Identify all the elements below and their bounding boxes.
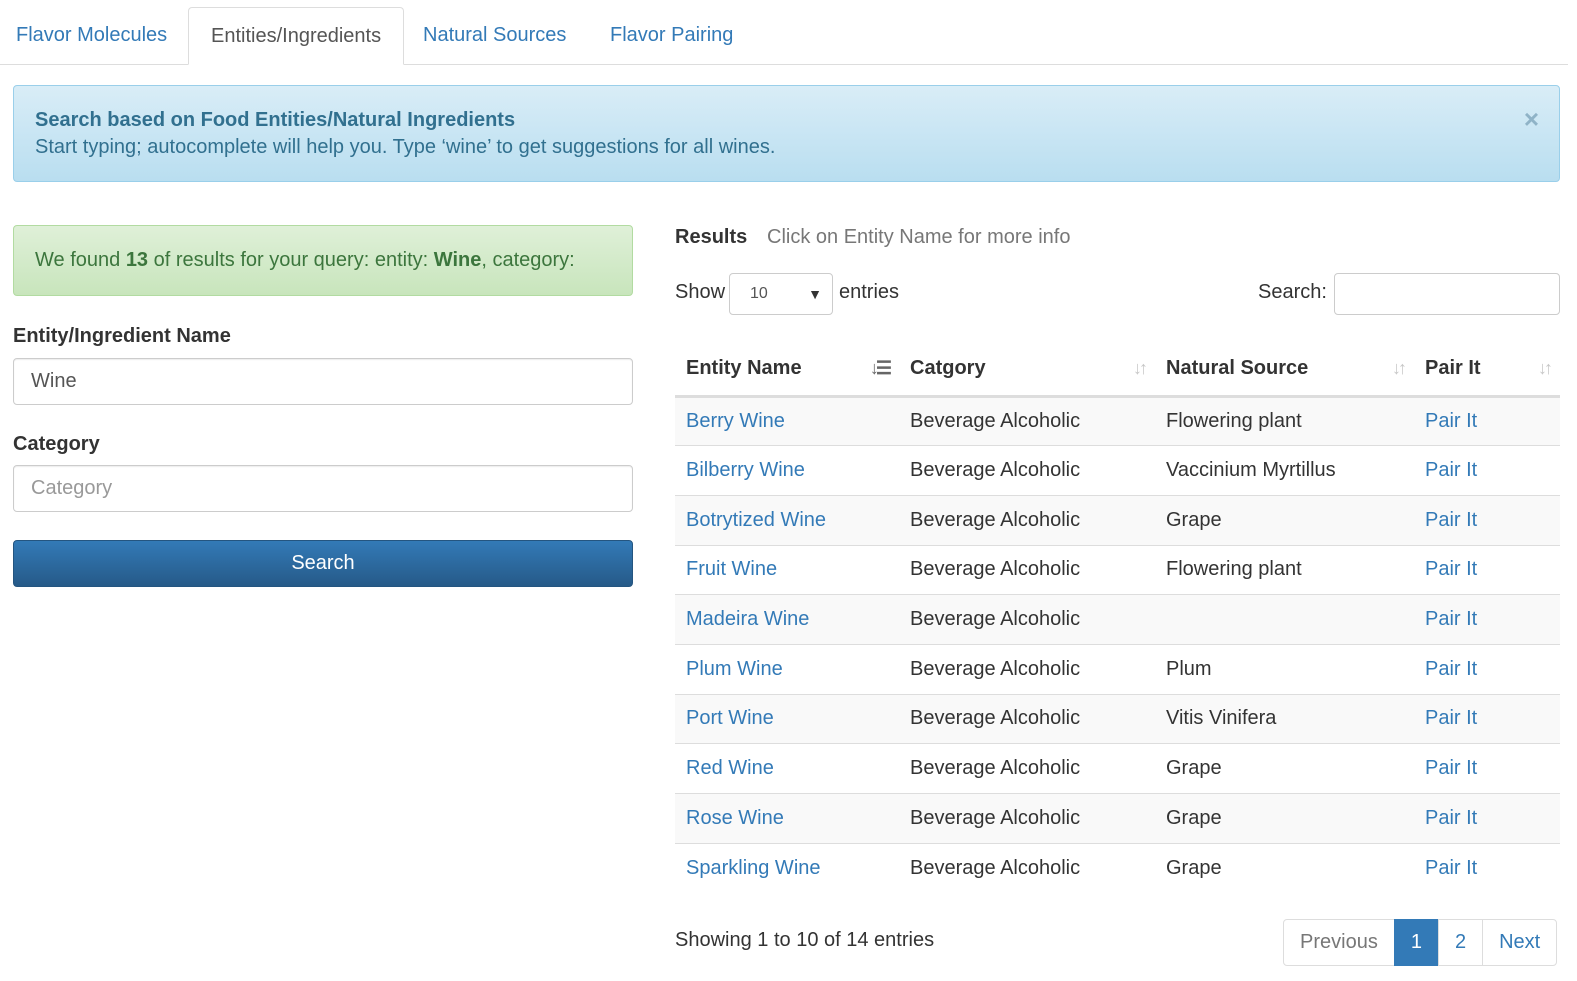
entries-length-select[interactable]: 10 ▼: [729, 273, 833, 315]
previous-page-button[interactable]: Previous: [1283, 919, 1395, 966]
show-label: Show: [675, 281, 726, 303]
page-1-button[interactable]: 1: [1393, 919, 1439, 966]
pair-it-link[interactable]: Pair It: [1425, 558, 1477, 580]
table-row: Rose Wine Beverage Alcoholic Grape Pair …: [675, 793, 1560, 844]
caret-down-icon: ▼: [808, 286, 822, 302]
category-label: Category: [13, 433, 100, 455]
natural-source-cell: [1155, 594, 1414, 645]
table-row: Fruit Wine Beverage Alcoholic Flowering …: [675, 545, 1560, 596]
natural-source-cell: Grape: [1155, 743, 1414, 794]
info-alert-title: Search based on Food Entities/Natural In…: [35, 109, 516, 131]
natural-source-cell: Vitis Vinifera: [1155, 694, 1414, 745]
pair-it-link[interactable]: Pair It: [1425, 807, 1477, 829]
tab-flavor-molecules[interactable]: Flavor Molecules: [0, 7, 189, 65]
column-header-natural-source[interactable]: Natural Source ↓↑: [1155, 342, 1414, 398]
category-cell: Beverage Alcoholic: [899, 843, 1155, 893]
category-cell: Beverage Alcoholic: [899, 495, 1155, 546]
entity-name-link[interactable]: Plum Wine: [686, 658, 783, 680]
entity-name-link[interactable]: Madeira Wine: [686, 608, 809, 630]
results-title: Results: [675, 226, 748, 248]
table-row: Plum Wine Beverage Alcoholic Plum Pair I…: [675, 644, 1560, 695]
entity-name-link[interactable]: Port Wine: [686, 707, 774, 729]
natural-source-cell: Grape: [1155, 793, 1414, 844]
pair-it-link[interactable]: Pair It: [1425, 459, 1477, 481]
category-cell: Beverage Alcoholic: [899, 743, 1155, 794]
pair-it-link[interactable]: Pair It: [1425, 608, 1477, 630]
alert-middle: of results for your query: entity:: [148, 249, 434, 271]
category-cell: Beverage Alcoholic: [899, 445, 1155, 496]
category-cell: Beverage Alcoholic: [899, 793, 1155, 844]
results-hint: Click on Entity Name for more info: [767, 226, 1071, 248]
column-header-label: Catgory: [910, 356, 986, 379]
search-button[interactable]: Search: [13, 540, 633, 587]
pair-it-link[interactable]: Pair It: [1425, 410, 1477, 432]
tab-natural-sources[interactable]: Natural Sources: [401, 7, 588, 65]
entity-name-input[interactable]: [13, 358, 633, 405]
entity-name-link[interactable]: Sparkling Wine: [686, 857, 821, 879]
table-row: Botrytized Wine Beverage Alcoholic Grape…: [675, 495, 1560, 546]
column-header-label: Entity Name: [686, 356, 802, 379]
category-cell: Beverage Alcoholic: [899, 644, 1155, 695]
query-entity: Wine: [433, 249, 482, 271]
category-cell: Beverage Alcoholic: [899, 396, 1155, 447]
table-row: Madeira Wine Beverage Alcoholic Pair It: [675, 594, 1560, 645]
results-table: Entity Name ↓☰ Catgory ↓↑ Natural Source ↓↑…: [675, 342, 1560, 893]
pagination: Previous 1 2 Next: [1283, 919, 1558, 966]
natural-source-cell: Flowering plant: [1155, 396, 1414, 447]
table-header-row: Entity Name ↓☰ Catgory ↓↑ Natural Source ↓↑…: [675, 342, 1560, 398]
sort-icon[interactable]: ↓↑: [1392, 358, 1407, 379]
column-header-label: Pair It: [1425, 356, 1481, 379]
table-row: Berry Wine Beverage Alcoholic Flowering …: [675, 396, 1560, 447]
natural-source-cell: Plum: [1155, 644, 1414, 695]
entity-name-link[interactable]: Red Wine: [686, 757, 774, 779]
result-count: 13: [125, 249, 149, 271]
nav-tabs: Flavor Molecules Entities/Ingredients Na…: [0, 0, 1568, 65]
next-page-button[interactable]: Next: [1482, 919, 1558, 966]
table-search-input[interactable]: [1334, 273, 1560, 315]
natural-source-cell: Vaccinium Myrtillus: [1155, 445, 1414, 496]
entity-name-link[interactable]: Rose Wine: [686, 807, 784, 829]
pair-it-link[interactable]: Pair It: [1425, 757, 1477, 779]
sort-icon[interactable]: ↓↑: [1133, 358, 1148, 379]
page-2-button[interactable]: 2: [1437, 919, 1484, 966]
sort-ascending-icon[interactable]: ↓☰: [870, 358, 892, 379]
table-row: Bilberry Wine Beverage Alcoholic Vaccini…: [675, 445, 1560, 496]
category-cell: Beverage Alcoholic: [899, 545, 1155, 596]
info-alert: Search based on Food Entities/Natural In…: [13, 85, 1560, 182]
alert-suffix: , category:: [481, 249, 575, 271]
natural-source-cell: Flowering plant: [1155, 545, 1414, 596]
sort-icon[interactable]: ↓↑: [1538, 358, 1553, 379]
pair-it-link[interactable]: Pair It: [1425, 658, 1477, 680]
entity-name-link[interactable]: Fruit Wine: [686, 558, 777, 580]
natural-source-cell: Grape: [1155, 495, 1414, 546]
table-row: Red Wine Beverage Alcoholic Grape Pair I…: [675, 743, 1560, 794]
pair-it-link[interactable]: Pair It: [1425, 857, 1477, 879]
tab-flavor-pairing[interactable]: Flavor Pairing: [588, 7, 755, 65]
table-search-label: Search:: [1258, 281, 1327, 303]
category-input[interactable]: [13, 465, 633, 512]
close-icon[interactable]: ×: [1524, 104, 1539, 134]
category-cell: Beverage Alcoholic: [899, 694, 1155, 745]
table-row: Sparkling Wine Beverage Alcoholic Grape …: [675, 843, 1560, 893]
entries-label: entries: [839, 281, 900, 303]
natural-source-cell: Grape: [1155, 843, 1414, 893]
entity-name-link[interactable]: Botrytized Wine: [686, 509, 826, 531]
column-header-pair-it[interactable]: Pair It ↓↑: [1414, 342, 1560, 398]
entity-name-label: Entity/Ingredient Name: [13, 325, 231, 347]
entity-name-link[interactable]: Bilberry Wine: [686, 459, 805, 481]
column-header-category[interactable]: Catgory ↓↑: [899, 342, 1155, 398]
table-row: Port Wine Beverage Alcoholic Vitis Vinif…: [675, 694, 1560, 745]
entries-length-value: 10: [750, 285, 768, 302]
info-alert-text: Start typing; autocomplete will help you…: [35, 136, 776, 158]
column-header-entity-name[interactable]: Entity Name ↓☰: [675, 342, 899, 398]
category-cell: Beverage Alcoholic: [899, 594, 1155, 645]
table-info: Showing 1 to 10 of 14 entries: [675, 929, 935, 951]
results-count-alert: We found 13 of results for your query: e…: [13, 225, 633, 296]
column-header-label: Natural Source: [1166, 356, 1309, 379]
pair-it-link[interactable]: Pair It: [1425, 707, 1477, 729]
tab-entities-ingredients[interactable]: Entities/Ingredients: [188, 7, 405, 65]
entity-name-link[interactable]: Berry Wine: [686, 410, 785, 432]
alert-prefix: We found: [35, 249, 126, 271]
pair-it-link[interactable]: Pair It: [1425, 509, 1477, 531]
